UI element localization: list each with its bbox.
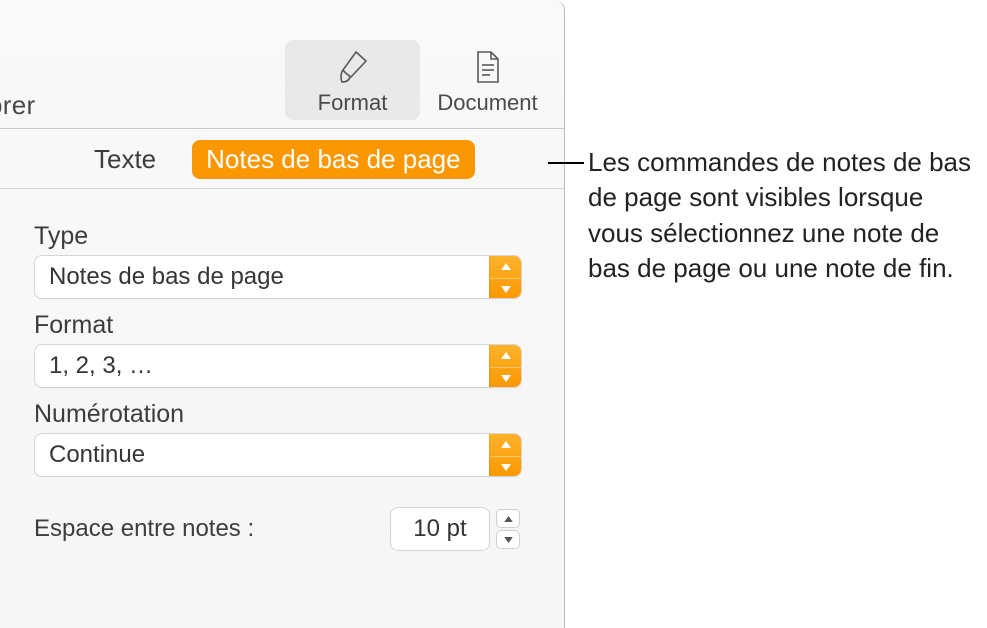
popup-arrows-icon bbox=[489, 434, 521, 477]
inspector-panel: orer Format bbox=[0, 0, 565, 628]
tab-text[interactable]: Texte bbox=[80, 141, 170, 178]
toolbar-button-group: Format Document bbox=[285, 40, 555, 120]
truncated-toolbar-label: orer bbox=[0, 90, 35, 121]
format-label: Format bbox=[34, 311, 522, 340]
spacing-value-field[interactable]: 10 pt bbox=[390, 507, 490, 551]
callout-text: Les commandes de notes de bas de page so… bbox=[588, 145, 976, 286]
spacing-control: 10 pt bbox=[390, 507, 522, 551]
type-popup[interactable]: Notes de bas de page bbox=[34, 255, 522, 299]
toolbar: orer Format bbox=[0, 0, 565, 128]
format-popup[interactable]: 1, 2, 3, … bbox=[34, 344, 522, 388]
tabs-divider bbox=[0, 188, 564, 189]
numbering-popup[interactable]: Continue bbox=[34, 433, 522, 477]
spacing-stepper bbox=[496, 507, 522, 551]
toolbar-divider bbox=[0, 128, 564, 129]
tab-footnotes[interactable]: Notes de bas de page bbox=[192, 140, 474, 179]
inspector-tabs: Texte Notes de bas de page bbox=[0, 135, 564, 183]
spacing-row: Espace entre notes : 10 pt bbox=[34, 507, 522, 551]
type-label: Type bbox=[34, 222, 522, 251]
spacing-label: Espace entre notes : bbox=[34, 515, 254, 543]
footnotes-controls: Type Notes de bas de page Format 1, 2, 3… bbox=[34, 210, 522, 551]
paintbrush-icon bbox=[289, 46, 416, 88]
spacing-step-up[interactable] bbox=[496, 509, 520, 528]
popup-arrows-icon bbox=[489, 345, 521, 388]
popup-arrows-icon bbox=[489, 256, 521, 299]
document-button-label: Document bbox=[424, 90, 551, 116]
spacing-step-down[interactable] bbox=[496, 530, 520, 549]
document-icon bbox=[424, 46, 551, 88]
type-popup-value: Notes de bas de page bbox=[35, 263, 521, 291]
format-popup-value: 1, 2, 3, … bbox=[35, 352, 521, 380]
numbering-label: Numérotation bbox=[34, 400, 522, 429]
format-button[interactable]: Format bbox=[285, 40, 420, 120]
callout-leader-line bbox=[548, 162, 584, 164]
document-button[interactable]: Document bbox=[420, 40, 555, 120]
format-button-label: Format bbox=[289, 90, 416, 116]
numbering-popup-value: Continue bbox=[35, 441, 521, 469]
